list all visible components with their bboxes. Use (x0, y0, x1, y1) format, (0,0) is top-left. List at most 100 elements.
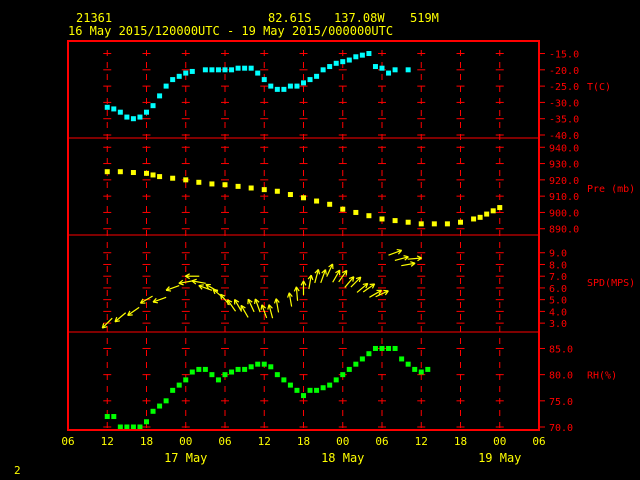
pres-point (157, 174, 163, 180)
temp-point (359, 52, 365, 58)
rh-point (248, 364, 254, 370)
wind-arrow (185, 273, 200, 280)
temp-point (104, 104, 110, 110)
temp-point (117, 109, 123, 115)
wind-arrow (407, 255, 423, 262)
temp-point (137, 114, 143, 120)
rh-point (386, 345, 392, 351)
y-tick-label: 920.0 (549, 176, 579, 187)
pres-point (379, 216, 385, 222)
rh-point (157, 403, 163, 409)
rh-point (399, 356, 405, 362)
rh-point (202, 366, 208, 372)
pres-point (301, 195, 306, 201)
rh-point (294, 387, 300, 393)
rh-point (425, 366, 431, 372)
pres-point (222, 182, 228, 188)
chart-header: 21361 82.61S 137.08W 519M 16 May 2015/12… (68, 11, 439, 38)
x-tick-label: 00 (493, 435, 506, 448)
temp-point (274, 86, 280, 92)
pres-point (170, 175, 176, 181)
temp-point (144, 109, 149, 115)
temp-point (183, 70, 189, 76)
wind-arrow-head (191, 278, 197, 282)
wind-arrow (320, 269, 327, 283)
wind-arrow-head (273, 298, 277, 304)
panel-label-rh: RH(%) (587, 371, 617, 382)
rh-point (314, 387, 320, 393)
pres-point (327, 201, 333, 207)
temp-point (327, 64, 333, 70)
y-tick-label: -30.0 (549, 98, 579, 109)
temp-point (202, 67, 208, 73)
panel-label-wind: SPD(MPS) (587, 278, 635, 289)
pres-point (130, 170, 136, 176)
y-tick-label: 7.0 (549, 272, 567, 283)
wind-arrow (127, 306, 140, 317)
pres-point (471, 216, 477, 222)
wind-arrow-head (403, 255, 409, 258)
temp-point (372, 64, 378, 70)
pres-point (261, 187, 267, 193)
pres-point (418, 221, 424, 227)
rh-point (229, 369, 235, 375)
rh-point (320, 385, 326, 391)
wind-arrow-head (310, 274, 314, 281)
x-tick-label: 18 (454, 435, 467, 448)
pres-point (353, 209, 359, 215)
wind-arrow-head (152, 301, 159, 304)
x-tick-label: 12 (258, 435, 271, 448)
rh-point (372, 345, 378, 351)
temp-point (215, 67, 221, 73)
rh-point (222, 372, 228, 378)
rh-point (359, 356, 365, 362)
temp-point (366, 51, 372, 57)
temp-point (379, 65, 385, 71)
rh-point (124, 424, 130, 430)
pres-point (477, 214, 483, 220)
y-tick-label: -40.0 (549, 131, 579, 142)
wind-arrow-head (317, 269, 321, 275)
temp-point (353, 54, 359, 60)
temp-point (150, 103, 156, 109)
rh-point (117, 424, 123, 430)
x-tick-label: 06 (532, 435, 545, 448)
temp-point (130, 116, 136, 122)
y-tick-label: 9.0 (549, 249, 567, 260)
wind-arrow-head (198, 284, 204, 287)
temp-point (386, 70, 392, 76)
pres-point (497, 205, 503, 211)
rh-point (353, 361, 359, 367)
wind-arrow (326, 263, 334, 277)
wind-arrow (307, 274, 314, 290)
y-tick-label: 910.0 (549, 192, 579, 203)
temp-point (235, 65, 241, 71)
station-latitude: 82.61S (268, 11, 311, 25)
temp-point (346, 57, 352, 63)
x-tick-label: 06 (375, 435, 388, 448)
y-tick-label: 940.0 (549, 143, 579, 154)
pres-point (314, 198, 320, 204)
rh-point (268, 364, 274, 370)
pres-point (183, 177, 189, 183)
rh-point (189, 369, 195, 375)
y-tick-label: -15.0 (549, 50, 579, 61)
wind-arrow (332, 269, 341, 283)
rh-point (196, 366, 202, 372)
wind-arrow (191, 278, 206, 285)
data-layer (101, 51, 503, 430)
wind-arrow (240, 304, 249, 318)
rh-point (104, 414, 110, 420)
temp-point (333, 60, 339, 66)
wind-arrow-head (410, 261, 416, 264)
x-tick-label: 06 (61, 435, 74, 448)
wind-arrow-head (165, 289, 172, 292)
temp-point (248, 65, 254, 71)
pres-point (405, 219, 411, 225)
rh-point (209, 372, 215, 378)
temp-point (261, 77, 267, 83)
grid-layer (68, 50, 545, 430)
temp-point (268, 83, 274, 89)
wind-arrow-head (287, 292, 290, 298)
y-tick-label: -35.0 (549, 115, 579, 126)
